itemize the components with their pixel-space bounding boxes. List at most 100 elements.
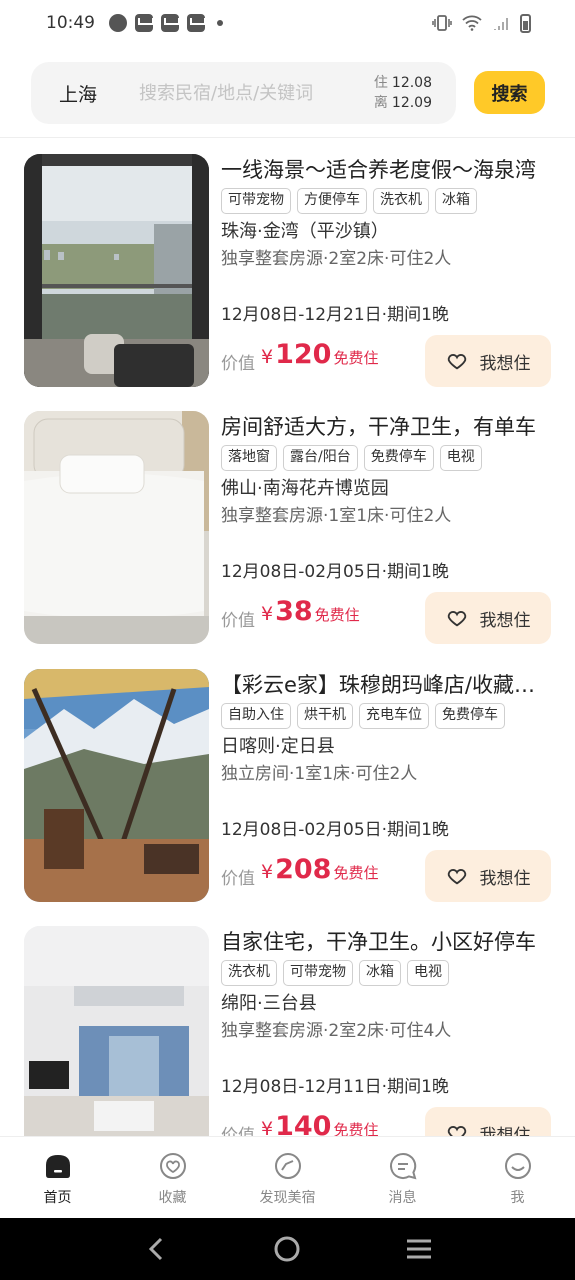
listing-photo[interactable] xyxy=(24,411,209,644)
search-input[interactable] xyxy=(139,82,339,104)
amenity-tag: 电视 xyxy=(439,445,482,471)
recent-apps-button[interactable] xyxy=(404,1234,434,1264)
header-divider xyxy=(0,137,575,138)
price-label: 价值 xyxy=(221,354,255,374)
amenity-tag: 方便停车 xyxy=(297,188,367,214)
amenity-tag: 免费停车 xyxy=(363,445,434,471)
want-to-stay-label: 我想住 xyxy=(479,868,531,889)
nav-favorites[interactable]: 收藏 xyxy=(115,1137,230,1218)
want-to-stay-label: 我想住 xyxy=(479,610,531,631)
search-button[interactable]: 搜索 xyxy=(474,71,545,114)
home-button[interactable] xyxy=(272,1234,302,1264)
listing-details: 独享整套房源·2室2床·可住2人 xyxy=(221,249,452,269)
menu-lines-icon xyxy=(407,1239,432,1259)
amenity-tag: 落地窗 xyxy=(221,445,277,471)
checkout-label: 离 xyxy=(373,95,388,111)
amenity-tag: 免费停车 xyxy=(435,703,505,729)
bottom-nav: 首页 收藏 发现美宿 消息 我 xyxy=(0,1136,575,1218)
listing-details: 独立房间·1室1床·可住2人 xyxy=(221,764,418,784)
listing-tags: 落地窗 露台/阳台 免费停车 电视 xyxy=(221,445,551,471)
want-to-stay-button[interactable]: 我想住 xyxy=(425,850,551,902)
price-row: 价值 ¥ 38 免费住 我想住 xyxy=(221,592,551,644)
listing-tags: 自助入住 烘干机 充电车位 免费停车 xyxy=(221,703,551,729)
checkin-label: 住 xyxy=(373,75,388,91)
vibrate-icon xyxy=(432,15,452,31)
price: ¥ 38 免费住 xyxy=(261,596,360,627)
home-icon xyxy=(45,1155,70,1178)
listing-period: 12月08日-02月05日·期间1晚 xyxy=(221,562,449,582)
listing-period: 12月08日-12月11日·期间1晚 xyxy=(221,1077,449,1097)
price-label: 价值 xyxy=(221,611,255,631)
price-amount: 120 xyxy=(275,339,332,370)
nav-messages[interactable]: 消息 xyxy=(345,1137,460,1218)
listing-tags: 可带宠物 方便停车 洗衣机 冰箱 xyxy=(221,188,551,214)
favorite-heart-icon xyxy=(159,1153,186,1179)
amenity-tag: 充电车位 xyxy=(359,703,429,729)
battery-icon xyxy=(520,13,531,33)
listing-photo[interactable] xyxy=(24,669,209,902)
search-bar: 上海 住12.08 离12.09 xyxy=(31,62,456,124)
message-icon xyxy=(389,1152,416,1180)
listing-info: 自家住宅，干净卫生。小区好停车 洗衣机 可带宠物 冰箱 电视 绵阳·三台县 独享… xyxy=(221,926,551,1159)
price-row: 价值 ¥ 208 免费住 我想住 xyxy=(221,850,551,902)
price-amount: 208 xyxy=(275,854,332,885)
nav-discover[interactable]: 发现美宿 xyxy=(230,1137,345,1218)
listing-period: 12月08日-12月21日·期间1晚 xyxy=(221,305,449,325)
mail-notification-icon xyxy=(187,14,206,32)
amenity-tag: 自助入住 xyxy=(221,703,291,729)
nav-label: 我 xyxy=(510,1190,525,1206)
city-selector[interactable]: 上海 xyxy=(59,80,139,107)
listing-title: 一线海景～适合养老度假～海泉湾 xyxy=(221,158,536,182)
price-label: 价值 xyxy=(221,869,255,889)
back-button[interactable] xyxy=(141,1234,171,1264)
heart-icon xyxy=(447,869,466,885)
amenity-tag: 洗衣机 xyxy=(221,960,277,986)
more-notifications-icon xyxy=(217,20,223,26)
want-to-stay-label: 我想住 xyxy=(479,353,531,374)
listing-details: 独享整套房源·2室2床·可住4人 xyxy=(221,1021,452,1041)
price: ¥ 208 免费住 xyxy=(261,854,378,885)
date-selector[interactable]: 住 12.08 离 12.09 xyxy=(374,73,432,113)
price: ¥ 120 免费住 xyxy=(261,339,378,370)
amenity-tag: 露台/阳台 xyxy=(283,445,358,471)
listing-location: 绵阳·三台县 xyxy=(221,993,317,1014)
listing-location: 珠海·金湾（平沙镇） xyxy=(221,221,389,242)
listing-period: 12月08日-02月05日·期间1晚 xyxy=(221,820,449,840)
back-chevron-icon xyxy=(148,1237,162,1261)
listing-photo[interactable] xyxy=(24,926,209,1159)
listing-info: 【彩云e家】珠穆朗玛峰店/收藏自在 自助入住 烘干机 充电车位 免费停车 日喀则… xyxy=(221,669,551,902)
want-to-stay-button[interactable]: 我想住 xyxy=(425,592,551,644)
home-circle-icon xyxy=(274,1236,300,1262)
currency-symbol: ¥ xyxy=(261,346,274,368)
currency-symbol: ¥ xyxy=(261,603,274,625)
system-nav-bar xyxy=(0,1218,575,1280)
nav-label: 首页 xyxy=(43,1190,72,1206)
status-bar: 10:49 xyxy=(0,0,575,46)
discover-icon xyxy=(274,1153,301,1179)
want-to-stay-button[interactable]: 我想住 xyxy=(425,335,551,387)
free-stay-label: 免费住 xyxy=(314,606,360,624)
checkout-date: 12.09 xyxy=(391,95,432,111)
free-stay-label: 免费住 xyxy=(333,349,379,367)
price-row: 价值 ¥ 120 免费住 我想住 xyxy=(221,335,551,387)
profile-smile-icon xyxy=(504,1153,531,1179)
checkin-date: 12.08 xyxy=(391,75,432,91)
amenity-tag: 冰箱 xyxy=(359,960,401,986)
listing-title: 【彩云e家】珠穆朗玛峰店/收藏自在 xyxy=(221,673,551,697)
mail-notification-icon xyxy=(161,14,180,32)
heart-icon xyxy=(447,611,466,627)
listing-title: 房间舒适大方，干净卫生，有单车 xyxy=(221,415,536,439)
listing-photo[interactable] xyxy=(24,154,209,387)
nav-profile[interactable]: 我 xyxy=(460,1137,575,1218)
amenity-tag: 可带宠物 xyxy=(221,188,291,214)
listing-card[interactable]: 房间舒适大方，干净卫生，有单车 落地窗 露台/阳台 免费停车 电视 佛山·南海花… xyxy=(0,411,575,668)
notification-icons xyxy=(109,14,223,32)
mail-notification-icon xyxy=(135,14,154,32)
amenity-tag: 可带宠物 xyxy=(283,960,353,986)
listing-card[interactable]: 【彩云e家】珠穆朗玛峰店/收藏自在 自助入住 烘干机 充电车位 免费停车 日喀则… xyxy=(0,669,575,926)
nav-home[interactable]: 首页 xyxy=(0,1137,115,1218)
status-time: 10:49 xyxy=(46,13,95,33)
listing-card[interactable]: 一线海景～适合养老度假～海泉湾 可带宠物 方便停车 洗衣机 冰箱 珠海·金湾（平… xyxy=(0,154,575,411)
nav-label: 消息 xyxy=(388,1190,417,1206)
amenity-tag: 烘干机 xyxy=(297,703,353,729)
